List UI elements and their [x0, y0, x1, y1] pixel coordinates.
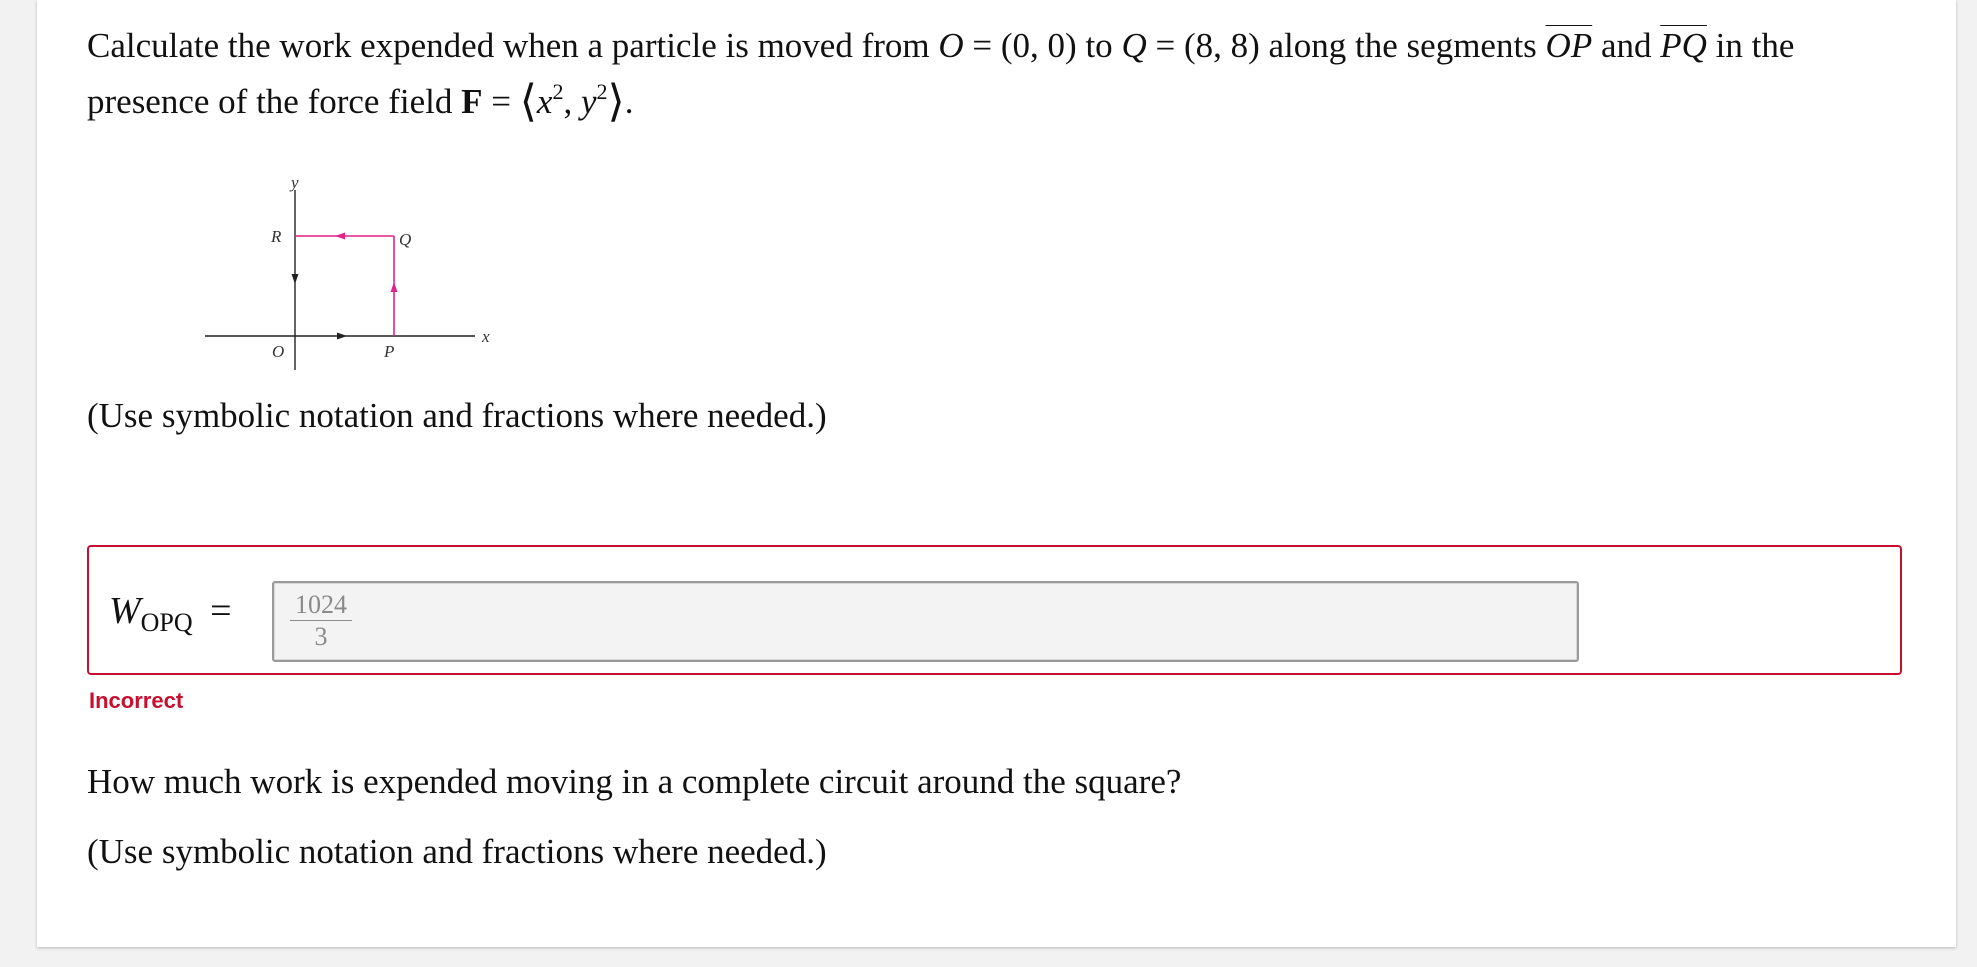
question-2-text: How much work is expended moving in a co… — [87, 762, 1182, 801]
hint-text-2: (Use symbolic notation and fractions whe… — [87, 832, 827, 871]
question-card — [37, 0, 1956, 947]
point-o-label: O — [272, 342, 284, 361]
force-field-symbol: F — [461, 82, 483, 121]
point-q: Q — [1121, 26, 1147, 65]
fraction-bar — [290, 620, 352, 621]
incorrect-status: Incorrect — [89, 688, 184, 713]
hint-text-1: (Use symbolic notation and fractions whe… — [87, 396, 827, 435]
point-r-label: R — [270, 227, 282, 246]
arrow-q-to-r-icon — [335, 232, 345, 240]
arrow-p-to-q-icon — [390, 282, 398, 292]
answer-field-group: WOPQ = 1024 3 — [87, 545, 1902, 675]
segment-op: OP — [1545, 26, 1593, 65]
segment-pq: PQ — [1660, 26, 1707, 65]
point-p-label: P — [383, 342, 394, 361]
arrow-r-to-o-icon — [291, 274, 299, 284]
numerator: 1024 — [295, 590, 347, 619]
work-opq-input[interactable]: 1024 3 — [272, 581, 1579, 662]
point-o: O — [938, 26, 964, 65]
arrow-o-to-p-icon — [337, 332, 347, 340]
answer-label: WOPQ = — [109, 590, 232, 637]
question-line-2: presence of the force field F = ⟨x2, y2⟩… — [87, 77, 634, 126]
denominator: 3 — [314, 622, 328, 651]
fraction-value: 1024 3 — [290, 591, 352, 651]
x-axis-label: x — [481, 327, 490, 346]
path-diagram: y x R Q O P — [205, 173, 490, 370]
point-q-label: Q — [399, 230, 411, 249]
y-axis-label: y — [289, 173, 299, 192]
question-line-1: Calculate the work expended when a parti… — [87, 26, 1795, 65]
